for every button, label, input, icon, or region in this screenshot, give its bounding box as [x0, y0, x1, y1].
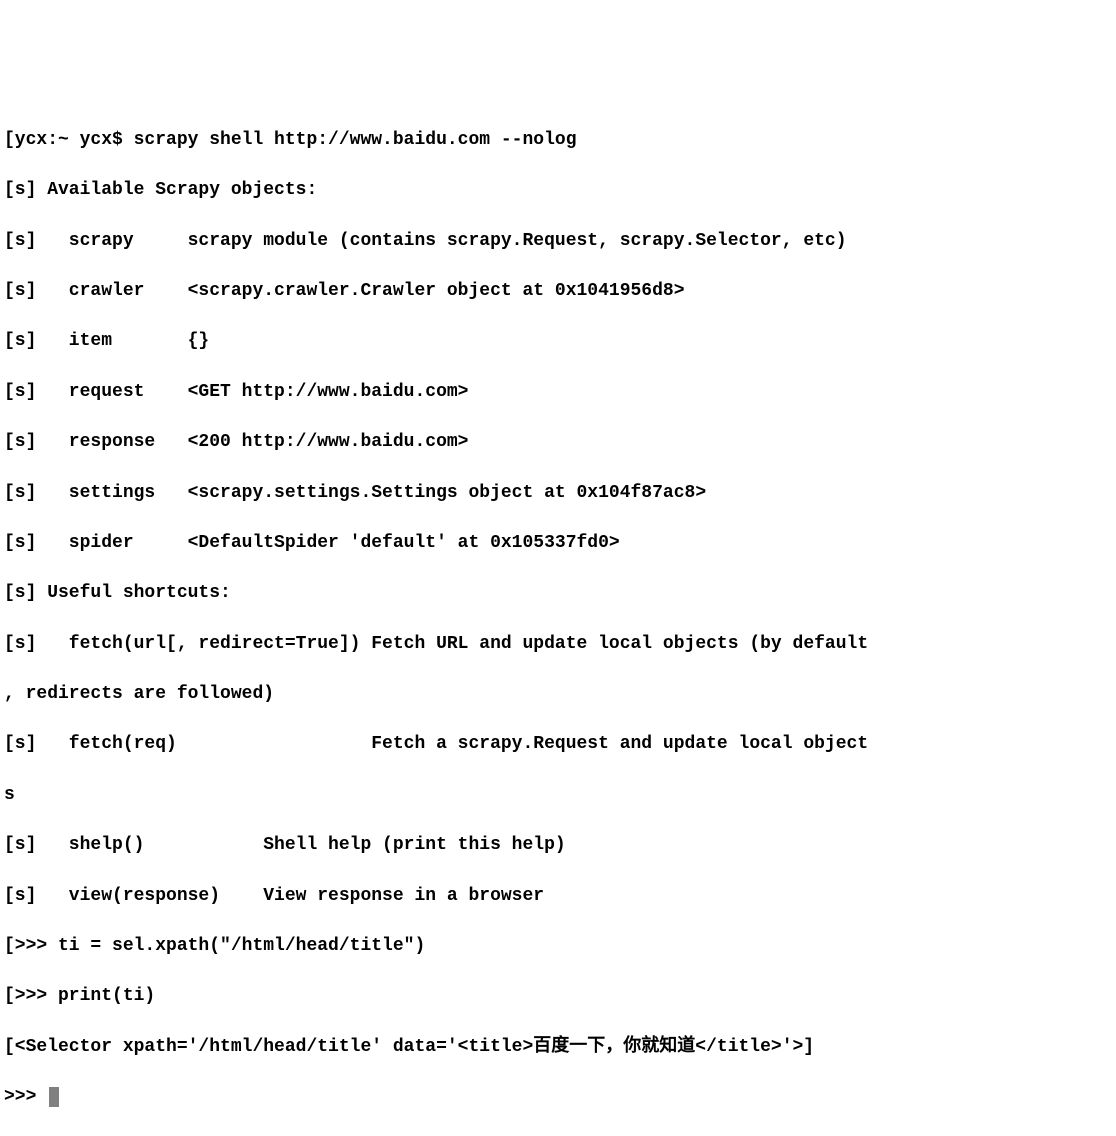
terminal-line: [s] fetch(url[, redirect=True]) Fetch UR… — [4, 632, 1112, 657]
terminal-line: [>>> ti = sel.xpath("/html/head/title") — [4, 934, 1112, 959]
terminal-prompt-line[interactable]: >>> — [4, 1085, 1112, 1110]
terminal-line: , redirects are followed) — [4, 682, 1112, 707]
terminal-line: [s] fetch(req) Fetch a scrapy.Request an… — [4, 732, 1112, 757]
terminal-line: [s] item {} — [4, 329, 1112, 354]
terminal-line: [s] Available Scrapy objects: — [4, 178, 1112, 203]
terminal-line: [s] view(response) View response in a br… — [4, 884, 1112, 909]
prompt: >>> — [4, 1087, 47, 1107]
terminal-line: [s] Useful shortcuts: — [4, 581, 1112, 606]
terminal-line: [s] spider <DefaultSpider 'default' at 0… — [4, 531, 1112, 556]
terminal-line: [s] response <200 http://www.baidu.com> — [4, 430, 1112, 455]
cursor — [49, 1087, 59, 1107]
terminal-line: [<Selector xpath='/html/head/title' data… — [4, 1035, 1112, 1060]
terminal-line: [s] settings <scrapy.settings.Settings o… — [4, 481, 1112, 506]
terminal-line: s — [4, 783, 1112, 808]
terminal-line: [ycx:~ ycx$ scrapy shell http://www.baid… — [4, 128, 1112, 153]
terminal-line: [s] shelp() Shell help (print this help) — [4, 833, 1112, 858]
terminal-line: [s] scrapy scrapy module (contains scrap… — [4, 229, 1112, 254]
terminal-output[interactable]: [ycx:~ ycx$ scrapy shell http://www.baid… — [0, 101, 1116, 1136]
terminal-line: [s] request <GET http://www.baidu.com> — [4, 380, 1112, 405]
terminal-line: [>>> print(ti) — [4, 984, 1112, 1009]
terminal-line: [s] crawler <scrapy.crawler.Crawler obje… — [4, 279, 1112, 304]
